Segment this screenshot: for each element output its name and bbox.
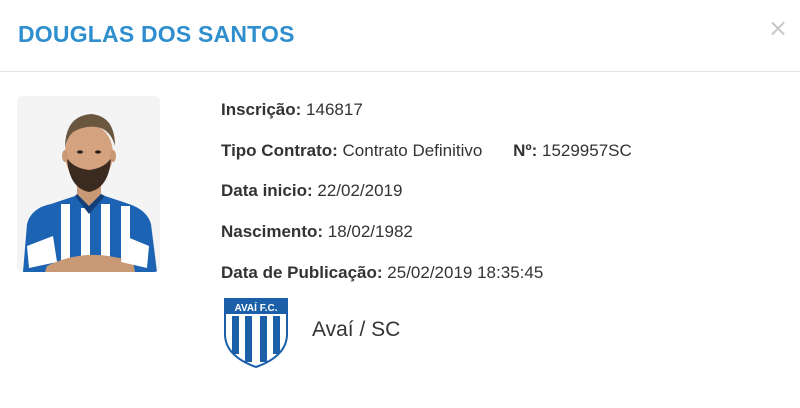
publicacao-label: Data de Publicação:: [221, 263, 383, 282]
club-name: Avaí / SC: [312, 318, 401, 341]
data-inicio-value: 22/02/2019: [317, 181, 403, 200]
nascimento-label: Nascimento:: [221, 222, 324, 241]
publicacao-row: Data de Publicação: 25/02/2019 18:35:45: [221, 261, 543, 285]
data-inicio-row: Data inicio: 22/02/2019: [221, 179, 402, 203]
numero-label: Nº:: [513, 141, 538, 160]
player-modal: DOUGLAS DOS SANTOS × Inscrição: 146817 T…: [0, 0, 800, 408]
publicacao-value: 25/02/2019 18:35:45: [387, 263, 544, 282]
modal-header: DOUGLAS DOS SANTOS ×: [0, 0, 800, 72]
inscricao-value: 146817: [306, 100, 363, 119]
tipo-contrato-row: Tipo Contrato: Contrato Definitivo Nº: 1…: [221, 139, 632, 163]
tipo-contrato-label: Tipo Contrato:: [221, 141, 338, 160]
close-icon[interactable]: ×: [768, 16, 788, 40]
numero-value: 1529957SC: [541, 141, 632, 160]
club-logo-text: AVAÍ F.C.: [235, 301, 278, 314]
modal-title: DOUGLAS DOS SANTOS: [18, 21, 295, 47]
inscricao-label: Inscrição:: [221, 100, 302, 119]
club-logo: AVAÍ F.C.: [224, 298, 288, 368]
inscricao-row: Inscrição: 146817: [221, 98, 363, 122]
tipo-contrato-value: Contrato Definitivo: [342, 141, 483, 160]
nascimento-row: Nascimento: 18/02/1982: [221, 220, 413, 244]
data-inicio-label: Data inicio:: [221, 181, 313, 200]
nascimento-value: 18/02/1982: [327, 222, 413, 241]
player-photo: [17, 96, 160, 272]
